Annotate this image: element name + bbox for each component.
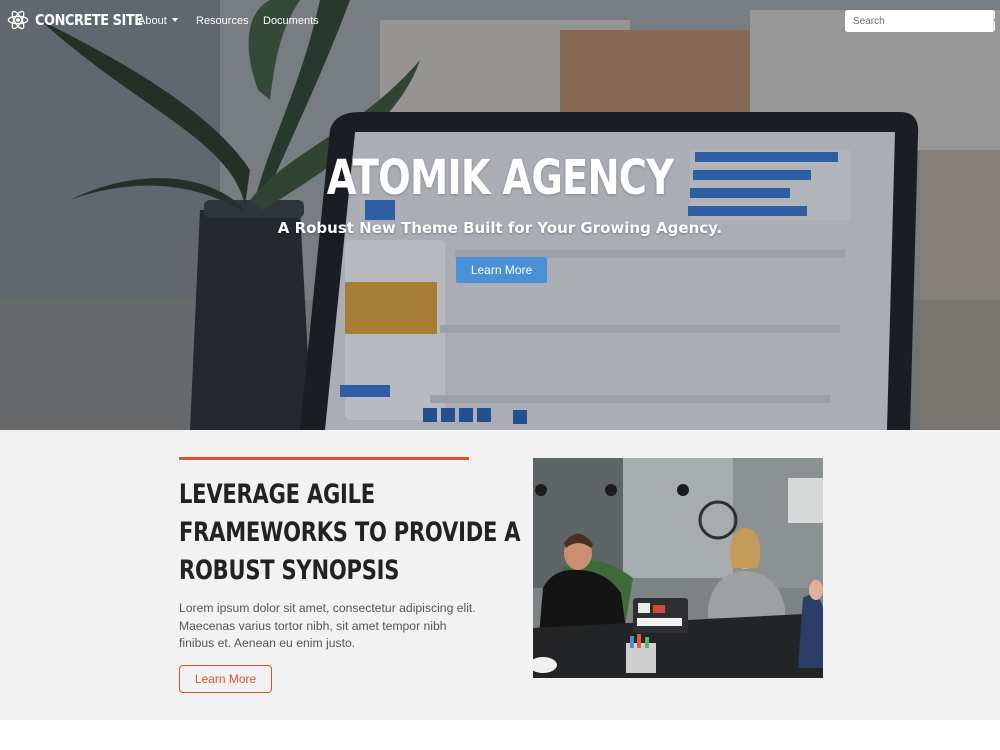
feature-heading-line-3: ROBUST SYNOPSIS — [179, 555, 400, 586]
feature-heading-line-1: LEVERAGE AGILE — [179, 479, 375, 510]
team-meeting-photo — [533, 458, 823, 678]
feature-body-text: Lorem ipsum dolor sit amet, consectetur … — [179, 601, 476, 650]
feature-section: LEVERAGE AGILE FRAMEWORKS TO PROVIDE A R… — [0, 430, 1000, 720]
hero-title: ATOMIK AGENCY — [326, 150, 674, 206]
page-footer-area — [0, 720, 1000, 750]
feature-learn-more-button[interactable]: Learn More — [179, 665, 272, 693]
nav-item-documents[interactable]: Documents — [263, 15, 319, 27]
search-button[interactable] — [993, 10, 995, 32]
accent-divider — [179, 457, 469, 460]
hero-banner: CONCRETE SITE About Resources Documents … — [0, 0, 1000, 430]
search-icon — [994, 18, 995, 23]
search-form — [845, 10, 995, 32]
team-meeting-illustration — [533, 458, 823, 678]
hero-learn-more-button[interactable]: Learn More — [456, 257, 547, 283]
search-input[interactable] — [845, 10, 993, 32]
nav-item-resources[interactable]: Resources — [196, 15, 249, 27]
hero-overlay — [0, 0, 1000, 430]
site-brand-name: CONCRETE SITE — [35, 11, 143, 29]
feature-heading-line-2: FRAMEWORKS TO PROVIDE A — [179, 517, 521, 548]
top-navbar: CONCRETE SITE About Resources Documents — [0, 0, 1000, 42]
nav-item-about[interactable]: About — [138, 15, 178, 27]
caret-down-icon — [171, 18, 178, 22]
nav-item-about-label: About — [138, 15, 167, 27]
feature-heading: LEVERAGE AGILE FRAMEWORKS TO PROVIDE A R… — [179, 476, 521, 590]
hero-subtitle: A Robust New Theme Built for Your Growin… — [277, 219, 723, 237]
atom-logo-icon — [7, 10, 29, 30]
